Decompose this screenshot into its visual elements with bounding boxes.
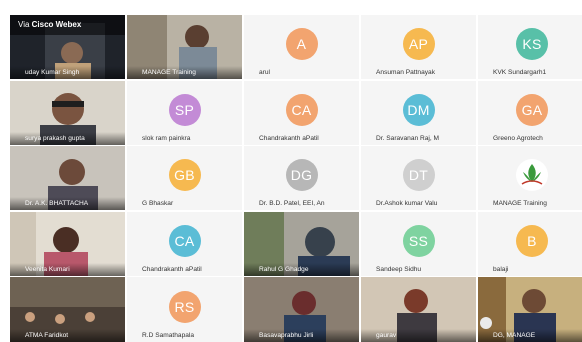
participant-tile[interactable]: CA Chandrakanth aPatil: [244, 80, 359, 145]
participant-name: ATMA Faridkot: [10, 329, 125, 342]
participant-tile[interactable]: GB G Bhaskar: [127, 146, 242, 210]
participant-tile[interactable]: KS KVK Sundargarh1: [478, 15, 582, 79]
avatar-initials: SP: [168, 93, 201, 126]
participant-tile[interactable]: DM Dr. Saravanan Raj, M: [361, 80, 476, 145]
participant-tile[interactable]: SP slok ram painkra: [127, 80, 242, 145]
participant-name: MANAGE Training: [493, 200, 547, 207]
banner-brand: Cisco Webex: [31, 20, 82, 29]
cisco-webex-banner: Via Cisco Webex: [10, 15, 125, 35]
participant-tile[interactable]: DG Dr. B.D. Patel, EEI, An: [244, 146, 359, 210]
avatar-initials: A: [285, 28, 318, 61]
participant-tile[interactable]: GA Greeno Agrotech: [478, 80, 582, 145]
participant-name: balaji: [493, 265, 509, 273]
participant-tile[interactable]: CA Chandrakanth aPatil: [127, 211, 242, 276]
participant-tile[interactable]: B balaji: [478, 211, 582, 276]
participant-tile[interactable]: RS R.D Samathapala: [127, 277, 242, 342]
participant-name: Basavaprabhu Jirli: [244, 329, 359, 342]
avatar-initials: DM: [402, 93, 435, 126]
avatar-initials: GA: [516, 93, 548, 126]
participant-name: DG, MANAGE: [478, 329, 582, 342]
manage-logo-icon: [516, 159, 548, 192]
participant-tile[interactable]: surya prakash gupta: [10, 80, 125, 145]
avatar-initials: DG: [285, 159, 318, 192]
participant-tile[interactable]: MANAGE Training: [478, 146, 582, 210]
participant-tile[interactable]: DG, MANAGE: [478, 277, 582, 342]
participant-grid: Via Cisco Webex uday Kumar Singh MANAGE …: [10, 15, 582, 342]
participant-name: arul: [259, 69, 270, 76]
participant-tile[interactable]: ATMA Faridkot: [10, 277, 125, 342]
avatar-initials: AP: [402, 28, 435, 61]
webex-meeting-screen: Via Cisco Webex uday Kumar Singh MANAGE …: [0, 0, 582, 342]
participant-name: uday Kumar Singh: [10, 66, 125, 79]
participant-name: MANAGE Training: [127, 66, 242, 79]
participant-tile[interactable]: gaurav: [361, 277, 476, 342]
participant-name: Veenita Kumari: [10, 262, 125, 276]
participant-name: Dr. B.D. Patel, EEI, An: [259, 200, 325, 207]
participant-name: slok ram painkra: [142, 134, 191, 142]
participant-tile[interactable]: SS Sandeep Sidhu: [361, 211, 476, 276]
participant-name: Dr. Saravanan Raj, M: [376, 134, 440, 142]
participant-name: G Bhaskar: [142, 200, 174, 207]
participant-tile[interactable]: Via Cisco Webex uday Kumar Singh: [10, 15, 125, 79]
participant-name: surya prakash gupta: [10, 131, 125, 145]
avatar-initials: CA: [285, 93, 318, 126]
participant-tile[interactable]: Basavaprabhu Jirli: [244, 277, 359, 342]
participant-name: Greeno Agrotech: [493, 134, 543, 142]
participant-name: Chandrakanth aPatil: [259, 134, 319, 142]
participant-tile[interactable]: Dr. A.K. BHATTACHA: [10, 146, 125, 210]
participant-tile[interactable]: Rahul G Ghadge: [244, 211, 359, 276]
participant-tile[interactable]: MANAGE Training: [127, 15, 242, 79]
participant-name: gaurav: [361, 329, 476, 342]
avatar-initials: KS: [516, 28, 548, 61]
avatar-initials: DT: [402, 159, 435, 192]
participant-name: Dr.Ashok kumar Valu: [376, 200, 438, 207]
participant-tile[interactable]: Veenita Kumari: [10, 211, 125, 276]
participant-tile[interactable]: DT Dr.Ashok kumar Valu: [361, 146, 476, 210]
participant-tile[interactable]: A arul: [244, 15, 359, 79]
participant-name: Dr. A.K. BHATTACHA: [10, 197, 125, 210]
participant-name: KVK Sundargarh1: [493, 69, 547, 76]
avatar-initials: SS: [402, 224, 435, 257]
participant-name: Rahul G Ghadge: [244, 262, 359, 276]
banner-prefix: Via: [18, 20, 32, 29]
avatar-initials: CA: [168, 224, 201, 257]
avatar-initials: GB: [168, 159, 201, 192]
participant-name: Sandeep Sidhu: [376, 265, 422, 273]
avatar-initials: RS: [168, 290, 201, 323]
participant-name: Ansuman Pattnayak: [376, 69, 436, 76]
participant-name: R.D Samathapala: [142, 332, 195, 339]
participant-name: Chandrakanth aPatil: [142, 265, 202, 273]
avatar-initials: B: [516, 224, 548, 257]
participant-tile[interactable]: AP Ansuman Pattnayak: [361, 15, 476, 79]
